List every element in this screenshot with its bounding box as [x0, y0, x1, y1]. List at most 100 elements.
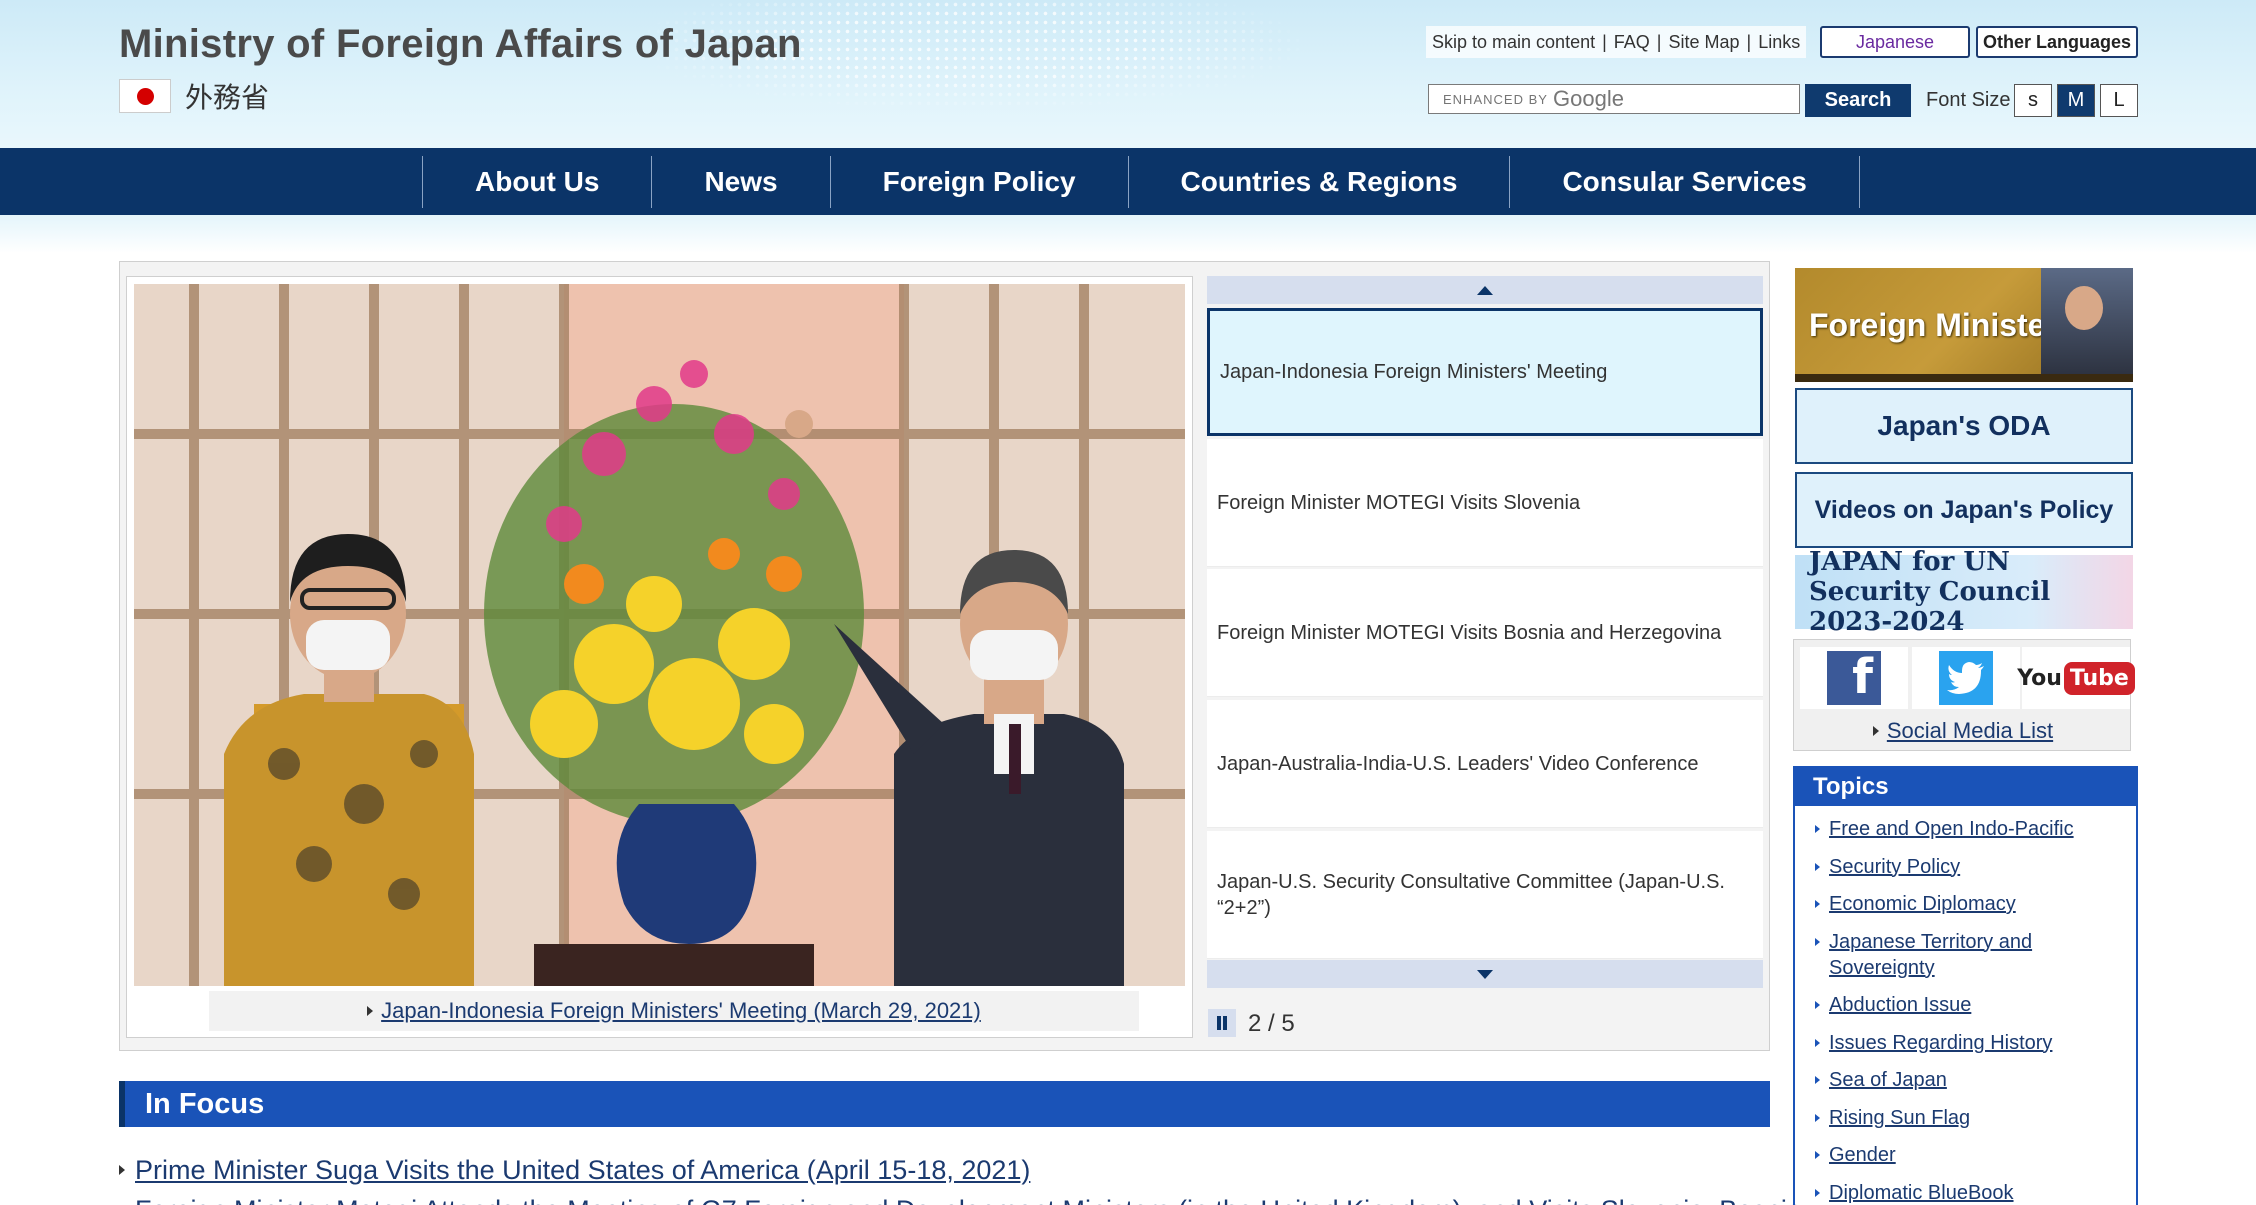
topics-heading: Topics [1795, 768, 2136, 806]
in-focus-heading: In Focus [119, 1081, 1770, 1127]
search-button[interactable]: Search [1805, 84, 1911, 117]
bullet-icon [1815, 1001, 1820, 1009]
un-banner-line-2: Security Council 2023-2024 [1809, 577, 2051, 637]
slide-item-5[interactable]: Japan-U.S. Security Consultative Committ… [1207, 831, 1763, 959]
topic-link-history[interactable]: Issues Regarding History [1829, 1030, 2079, 1056]
list-item: Issues Regarding History [1815, 1030, 2136, 1056]
slide-item-4[interactable]: Japan-Australia-India-U.S. Leaders' Vide… [1207, 700, 1763, 828]
other-languages-button[interactable]: Other Languages [1976, 26, 2138, 58]
bullet-icon [1815, 1188, 1820, 1197]
bullet-icon [1872, 726, 1879, 736]
list-item: Gender [1815, 1142, 2136, 1168]
nav-countries-regions[interactable]: Countries & Regions [1129, 156, 1511, 208]
pause-icon [1217, 1016, 1227, 1030]
social-media-list: Social Media List [1794, 718, 2132, 744]
list-item: Abduction Issue [1815, 992, 2136, 1018]
search-input[interactable] [1443, 91, 1547, 107]
topic-link-bluebook[interactable]: Diplomatic BlueBook [1829, 1180, 2079, 1205]
list-item: Sea of Japan [1815, 1067, 2136, 1093]
font-size-label: Font Size [1926, 89, 2011, 111]
news-slider: Japan-Indonesia Foreign Ministers' Meeti… [119, 261, 1770, 1051]
bullet-icon [1815, 1151, 1820, 1159]
facebook-link[interactable]: f [1800, 647, 1908, 709]
separator: | [1746, 31, 1752, 52]
topic-link-indo-pacific[interactable]: Free and Open Indo-Pacific [1829, 816, 2079, 842]
separator: | [1602, 31, 1607, 52]
topic-link-gender[interactable]: Gender [1829, 1142, 2079, 1168]
social-media-box: f You Tube Social Media List [1793, 639, 2135, 751]
social-media-list-link[interactable]: Social Media List [1887, 718, 2053, 744]
nav-news[interactable]: News [652, 156, 831, 208]
topic-link-territory[interactable]: Japanese Territory and Sovereignty [1829, 929, 2079, 981]
separator: | [1656, 31, 1662, 52]
slide-list: Japan-Indonesia Foreign Ministers' Meeti… [1207, 276, 1763, 988]
twitter-link[interactable] [1912, 647, 2020, 709]
topic-link-abduction[interactable]: Abduction Issue [1829, 992, 2079, 1018]
videos-policy-banner[interactable]: Videos on Japan's Policy [1795, 472, 2133, 548]
slider-pause-button[interactable] [1208, 1009, 1236, 1037]
site-map-link[interactable]: Site Map [1668, 32, 1739, 53]
un-banner-line-1: JAPAN for UN [1809, 547, 2010, 577]
bullet-icon [1815, 825, 1820, 833]
slide-photo[interactable] [134, 284, 1185, 986]
slide-item-2[interactable]: Foreign Minister MOTEGI Visits Slovenia [1207, 439, 1763, 567]
list-item: Prime Minister Suga Visits the United St… [119, 1150, 1770, 1190]
nav-foreign-policy[interactable]: Foreign Policy [831, 156, 1129, 208]
global-nav: About Us News Foreign Policy Countries &… [0, 148, 2256, 215]
links-link[interactable]: Links [1758, 32, 1800, 53]
in-focus-list: Prime Minister Suga Visits the United St… [119, 1150, 1802, 1205]
nav-shadow-band [0, 215, 2256, 253]
bullet-icon [1815, 862, 1820, 871]
in-focus-link-2[interactable]: Foreign Minister Motegi Attends the Meet… [135, 1195, 1802, 1205]
list-item: Free and Open Indo-Pacific [1815, 816, 2136, 842]
youtube-link[interactable]: You Tube [2017, 647, 2135, 709]
japans-oda-banner[interactable]: Japan's ODA [1795, 388, 2133, 464]
bullet-icon [1815, 1076, 1820, 1084]
bullet-icon [1815, 1113, 1820, 1122]
slide-item-3[interactable]: Foreign Minister MOTEGI Visits Bosnia an… [1207, 569, 1763, 697]
nav-about-us[interactable]: About Us [423, 156, 653, 208]
slide-list-up-button[interactable] [1207, 276, 1763, 304]
bullet-icon [1815, 937, 1820, 946]
youtube-icon: You Tube [2017, 661, 2135, 695]
topic-link-rising-sun-flag[interactable]: Rising Sun Flag [1829, 1105, 2079, 1131]
list-item: Economic Diplomacy [1815, 891, 2136, 917]
utility-links: Skip to main content | FAQ | Site Map | … [1426, 26, 1807, 58]
topic-link-security-policy[interactable]: Security Policy [1829, 854, 2079, 880]
font-size-medium-button[interactable]: M [2057, 84, 2095, 117]
slide-item-1[interactable]: Japan-Indonesia Foreign Ministers' Meeti… [1207, 308, 1763, 436]
slide-photo-illustration [134, 284, 1185, 986]
in-focus-link-1[interactable]: Prime Minister Suga Visits the United St… [135, 1155, 1030, 1186]
nav-consular-services[interactable]: Consular Services [1510, 156, 1860, 208]
google-wordmark: Google [1553, 86, 1624, 111]
font-size-large-button[interactable]: L [2100, 84, 2138, 117]
topic-link-economic-diplomacy[interactable]: Economic Diplomacy [1829, 891, 2079, 917]
arrow-up-icon [1477, 285, 1493, 295]
list-item: Diplomatic BlueBook [1815, 1180, 2136, 1205]
skip-to-main-link[interactable]: Skip to main content [1432, 32, 1595, 53]
foreign-minister-banner[interactable]: Foreign Minister [1795, 268, 2133, 382]
bullet-icon [1815, 1038, 1820, 1047]
bullet-icon [1815, 900, 1820, 908]
site-subtitle: 外務省 [119, 76, 269, 116]
search-box[interactable]: Google [1428, 84, 1800, 114]
topics-list: Free and Open Indo-Pacific Security Poli… [1795, 806, 2136, 1205]
un-security-council-banner[interactable]: JAPAN for UN Security Council 2023-2024 [1795, 547, 2133, 637]
list-item: Foreign Minister Motegi Attends the Meet… [119, 1190, 1802, 1205]
font-size-small-button[interactable]: S [2014, 84, 2052, 117]
minister-face [2065, 286, 2103, 330]
slide-caption: Japan-Indonesia Foreign Ministers' Meeti… [209, 991, 1139, 1031]
japanese-language-button[interactable]: Japanese [1820, 26, 1970, 58]
slide-photo-frame: Japan-Indonesia Foreign Ministers' Meeti… [126, 276, 1193, 1038]
topic-link-sea-of-japan[interactable]: Sea of Japan [1829, 1067, 2079, 1093]
twitter-icon [1939, 651, 1993, 705]
site-subtitle-text: 外務省 [185, 81, 270, 114]
faq-link[interactable]: FAQ [1614, 32, 1650, 53]
slide-list-down-button[interactable] [1207, 960, 1763, 988]
japan-flag-icon [119, 79, 171, 113]
bullet-icon [119, 1165, 125, 1175]
facebook-icon: f [1827, 649, 1881, 705]
banner-stripe [1795, 374, 2133, 382]
site-title[interactable]: Ministry of Foreign Affairs of Japan [119, 22, 802, 67]
slide-caption-link[interactable]: Japan-Indonesia Foreign Ministers' Meeti… [381, 998, 981, 1024]
